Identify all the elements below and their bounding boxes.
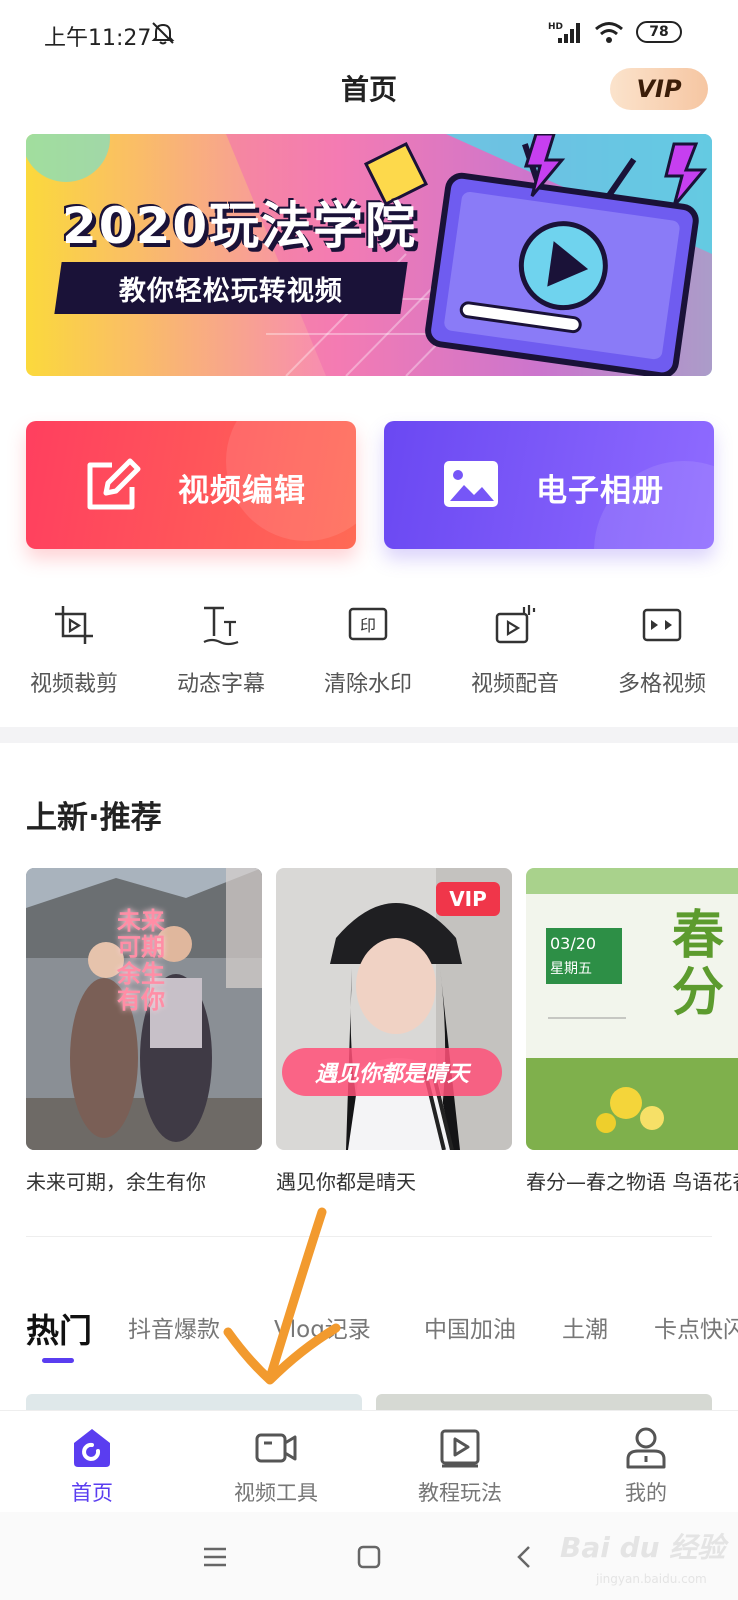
weekday-label: 星期五 bbox=[550, 961, 592, 977]
status-time: 上午11:27 bbox=[44, 26, 152, 51]
banner-subtitle-box: 教你轻松玩转视频 bbox=[54, 262, 408, 314]
wifi-icon bbox=[595, 22, 623, 43]
date-label: 03/20 bbox=[550, 934, 597, 953]
section-divider bbox=[0, 727, 738, 743]
recommend-caption: 未来可期，余生有你 bbox=[26, 1170, 206, 1194]
edit-icon bbox=[87, 458, 141, 510]
system-navigation-bar: Bai du 经验 jingyan.baidu.com bbox=[0, 1512, 738, 1600]
vip-button[interactable]: VIP bbox=[610, 68, 708, 110]
thumbnail-overlay-text: 春分 bbox=[672, 906, 725, 1024]
nav-video-tools[interactable]: 视频工具 bbox=[216, 1425, 336, 1507]
status-bar: 上午11:27 HD 78 bbox=[0, 0, 738, 62]
recommend-caption: 遇见你都是晴天 bbox=[276, 1170, 416, 1194]
tool-dynamic-subtitle[interactable]: 动态字幕 bbox=[161, 604, 281, 698]
video-card-peek[interactable] bbox=[376, 1394, 712, 1410]
thumbnail-overlay-text: 未来可期 余生有你 bbox=[117, 907, 165, 1015]
recommend-thumbnail: 03/20 星期五 春分 bbox=[526, 868, 738, 1150]
cell-signal-icon: HD bbox=[548, 22, 580, 43]
nav-label: 教程玩法 bbox=[418, 1481, 502, 1505]
nav-label: 视频工具 bbox=[234, 1481, 318, 1505]
nav-label: 首页 bbox=[71, 1481, 113, 1505]
category-tab-hot[interactable]: 热门 bbox=[26, 1304, 92, 1352]
battery-level: 78 bbox=[649, 24, 669, 40]
signal-label: HD bbox=[548, 22, 563, 32]
banner-subtitle: 教你轻松玩转视频 bbox=[119, 275, 343, 307]
tool-multi-grid-video[interactable]: 多格视频 bbox=[602, 604, 722, 698]
photo-album-card[interactable]: 电子相册 bbox=[384, 421, 714, 549]
tool-label: 视频配音 bbox=[470, 672, 559, 697]
promo-banner[interactable]: 2020玩法学院 教你轻松玩转视频 bbox=[26, 134, 712, 376]
crop-icon bbox=[55, 606, 93, 644]
category-tab-tuchao[interactable]: 土潮 bbox=[562, 1310, 608, 1344]
nav-profile[interactable]: 我的 bbox=[586, 1425, 706, 1507]
dubbing-icon bbox=[495, 605, 536, 644]
category-tab-china[interactable]: 中国加油 bbox=[424, 1310, 516, 1344]
home-square-icon[interactable] bbox=[354, 1542, 384, 1572]
nav-label: 我的 bbox=[625, 1481, 667, 1505]
tool-label: 动态字幕 bbox=[176, 672, 265, 697]
photo-album-label: 电子相册 bbox=[536, 473, 664, 509]
recommend-thumbnail: VIP 遇见你都是晴天 bbox=[276, 868, 512, 1150]
profile-icon bbox=[626, 1427, 666, 1469]
recommend-card[interactable]: 03/20 星期五 春分 春分—春之物语 鸟语花香 bbox=[526, 868, 738, 1195]
video-card-peek[interactable] bbox=[26, 1394, 362, 1410]
baidu-watermark: Bai du 经验 bbox=[560, 1531, 726, 1564]
nav-tutorials[interactable]: 教程玩法 bbox=[400, 1425, 520, 1507]
baidu-watermark-url: jingyan.baidu.com bbox=[596, 1572, 707, 1586]
nav-home[interactable]: 首页 bbox=[32, 1425, 152, 1507]
svg-text:印: 印 bbox=[360, 616, 376, 635]
recommend-card[interactable]: 未来可期 余生有你 未来可期，余生有你 bbox=[26, 868, 262, 1195]
image-icon bbox=[444, 461, 498, 507]
section-divider-line bbox=[26, 1236, 712, 1237]
video-camera-icon bbox=[255, 1433, 297, 1463]
recommend-thumbnail: 未来可期 余生有你 bbox=[26, 868, 262, 1150]
bottom-navigation: 首页 视频工具 教程玩法 我的 bbox=[0, 1410, 738, 1512]
vip-label: VIP bbox=[636, 75, 682, 103]
category-tab-vlog[interactable]: Vlog记录 bbox=[274, 1310, 371, 1344]
category-tab-douyin[interactable]: 抖音爆款 bbox=[128, 1310, 220, 1344]
category-tab-flash[interactable]: 卡点快闪 bbox=[654, 1310, 738, 1344]
watermark-icon: 印 bbox=[348, 607, 388, 641]
tool-video-crop[interactable]: 视频裁剪 bbox=[14, 604, 134, 698]
tool-video-dubbing[interactable]: 视频配音 bbox=[455, 604, 575, 698]
thumbnail-overlay-text: 遇见你都是晴天 bbox=[282, 1048, 502, 1096]
tool-label: 多格视频 bbox=[617, 672, 706, 697]
active-tab-indicator bbox=[42, 1358, 74, 1363]
bell-muted-icon bbox=[151, 22, 175, 45]
recommend-card[interactable]: VIP 遇见你都是晴天 遇见你都是晴天 bbox=[276, 868, 512, 1195]
home-icon bbox=[74, 1429, 110, 1467]
tutorial-play-icon bbox=[440, 1429, 480, 1468]
grid-video-icon bbox=[642, 608, 682, 642]
recommend-title: 上新·推荐 bbox=[26, 800, 162, 836]
battery-indicator: 78 bbox=[636, 21, 682, 43]
status-indicators: HD 78 bbox=[548, 20, 682, 44]
video-edit-card[interactable]: 视频编辑 bbox=[26, 421, 356, 549]
tool-remove-watermark[interactable]: 印 清除水印 bbox=[308, 604, 428, 698]
menu-icon[interactable] bbox=[200, 1542, 230, 1572]
video-edit-label: 视频编辑 bbox=[178, 473, 306, 509]
banner-title: 2020玩法学院 bbox=[62, 197, 418, 255]
back-icon[interactable] bbox=[510, 1542, 540, 1572]
tool-label: 视频裁剪 bbox=[29, 672, 118, 697]
recommend-caption: 春分—春之物语 鸟语花香 bbox=[526, 1170, 738, 1194]
text-icon bbox=[203, 606, 239, 646]
tool-label: 清除水印 bbox=[323, 672, 412, 697]
vip-badge: VIP bbox=[436, 882, 500, 916]
